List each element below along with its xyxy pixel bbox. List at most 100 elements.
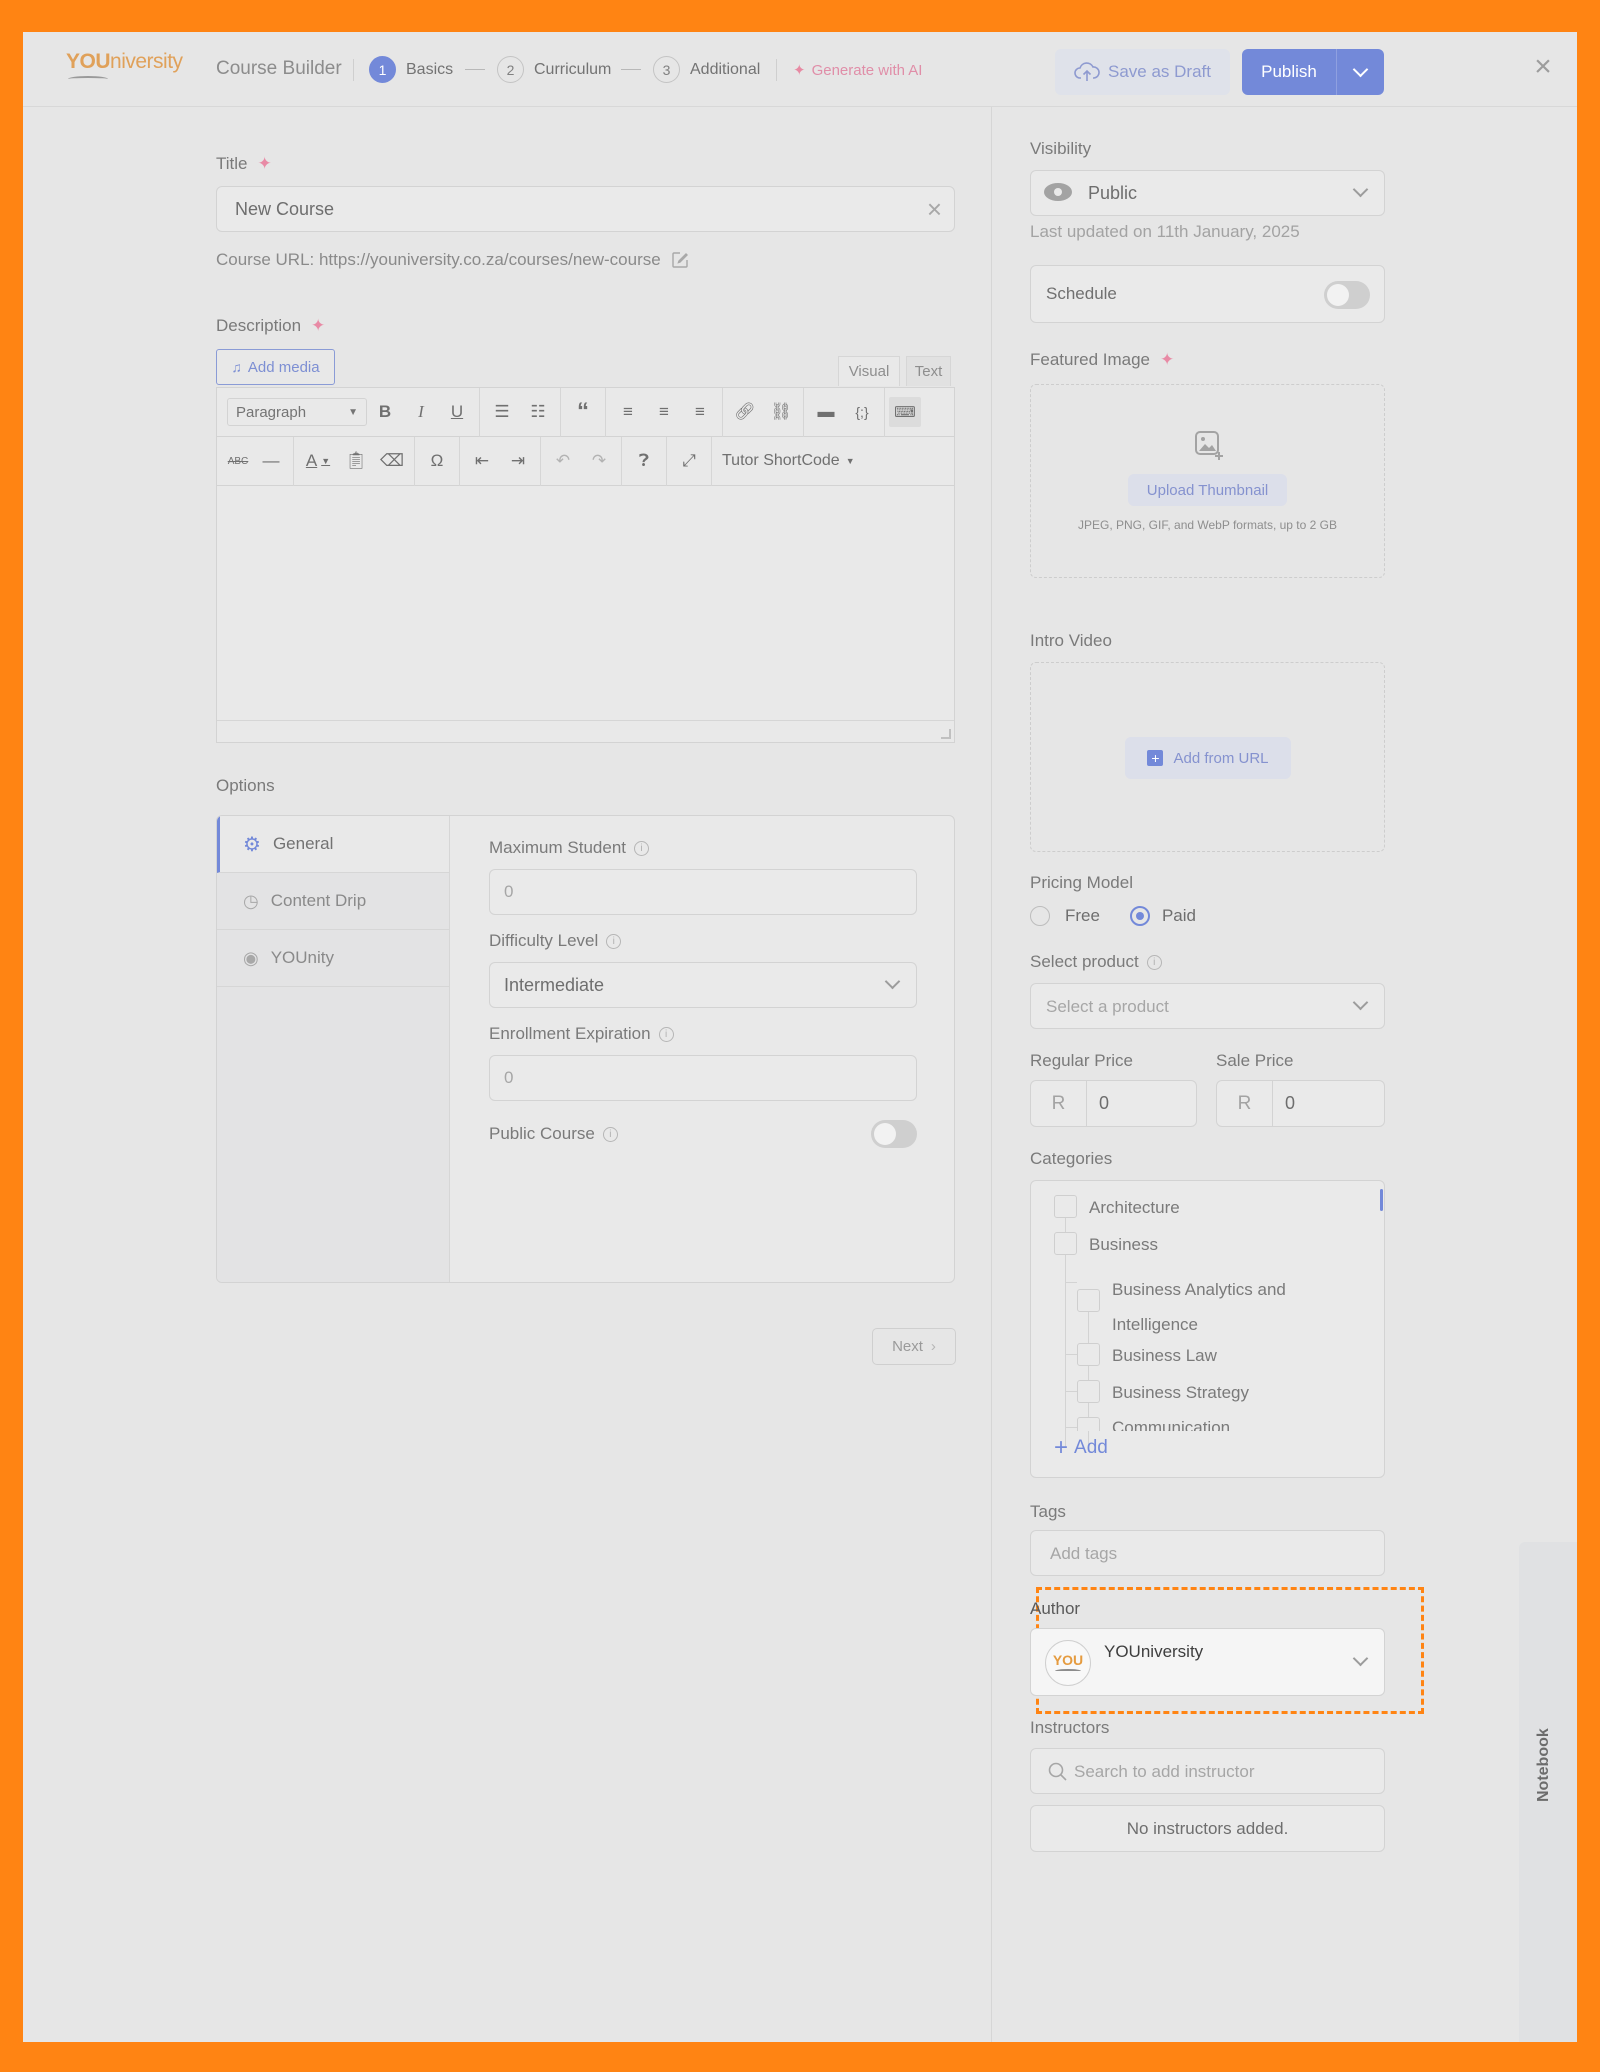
- regular-price-input[interactable]: R 0: [1030, 1080, 1197, 1127]
- radio-paid[interactable]: [1129, 906, 1150, 926]
- numbered-list-icon[interactable]: ☷: [520, 388, 556, 437]
- book-icon: [68, 76, 108, 82]
- keyboard-toggle-icon[interactable]: ⌨: [889, 397, 921, 427]
- plus-square-icon: +: [1147, 750, 1164, 766]
- chevron-down-icon: [1352, 61, 1369, 77]
- step-basics[interactable]: 1 Basics: [369, 56, 453, 83]
- outdent-icon[interactable]: ⇤: [464, 437, 500, 486]
- edit-icon[interactable]: [671, 251, 689, 269]
- categories-label: Categories: [1030, 1149, 1113, 1168]
- align-left-icon[interactable]: ≡: [610, 388, 646, 437]
- category-checkbox-business-law[interactable]: [1077, 1343, 1100, 1366]
- notebook-panel-tab[interactable]: Notebook: [1519, 1542, 1577, 2042]
- author-select[interactable]: YOU YOUniversity: [1030, 1628, 1385, 1696]
- ai-sparkle-icon[interactable]: ✦: [258, 154, 272, 174]
- ai-sparkle-icon[interactable]: ✦: [1160, 350, 1174, 370]
- categories-list: Architecture Business Business Analytics…: [1030, 1180, 1385, 1478]
- category-checkbox-communication[interactable]: [1077, 1417, 1100, 1431]
- indent-icon[interactable]: ⇥: [500, 437, 536, 486]
- public-course-toggle[interactable]: [871, 1120, 917, 1148]
- unlink-icon[interactable]: ⛓︎: [763, 388, 799, 437]
- paste-text-icon[interactable]: 📋︎: [338, 437, 374, 486]
- format-select[interactable]: Paragraph ▼: [227, 398, 367, 426]
- publish-button[interactable]: Publish: [1242, 49, 1336, 95]
- read-more-icon[interactable]: ▬: [808, 388, 844, 437]
- align-center-icon[interactable]: ≡: [646, 388, 682, 437]
- category-checkbox-architecture[interactable]: [1054, 1195, 1077, 1218]
- regular-price-label: Regular Price: [1030, 1051, 1133, 1070]
- info-icon[interactable]: i: [1146, 954, 1162, 970]
- tab-text[interactable]: Text: [906, 356, 951, 386]
- options-tab-label: Content Drip: [270, 891, 367, 910]
- title-input[interactable]: New Course ×: [216, 186, 955, 232]
- scrollbar[interactable]: [1380, 1189, 1383, 1211]
- clear-icon[interactable]: ×: [927, 194, 942, 225]
- select-product-dropdown[interactable]: Select a product: [1030, 983, 1385, 1029]
- step-number: 3: [653, 56, 680, 83]
- ai-sparkle-icon[interactable]: ✦: [311, 316, 325, 336]
- text-color-icon[interactable]: A ▼: [298, 437, 338, 486]
- chevron-right-icon: ›: [930, 1338, 936, 1355]
- instructor-search-input[interactable]: Search to add instructor: [1030, 1748, 1385, 1794]
- logo[interactable]: YOUniversity: [66, 50, 183, 86]
- upload-thumbnail-button[interactable]: Upload Thumbnail: [1128, 474, 1287, 506]
- max-student-input[interactable]: 0: [489, 869, 917, 915]
- step-additional[interactable]: 3 Additional: [653, 56, 760, 83]
- cloud-upload-icon: [1074, 62, 1100, 81]
- redo-icon[interactable]: ↷: [581, 437, 617, 486]
- add-media-button[interactable]: ♫ Add media: [216, 349, 335, 385]
- tree-line: [1065, 1282, 1077, 1283]
- difficulty-select[interactable]: Intermediate: [489, 962, 917, 1008]
- pricing-model-radios: Free Paid: [1030, 906, 1196, 926]
- schedule-box: Schedule: [1030, 265, 1385, 323]
- add-category-button[interactable]: + Add: [1054, 1436, 1108, 1460]
- info-icon[interactable]: i: [658, 1026, 674, 1042]
- tab-visual[interactable]: Visual: [838, 356, 900, 386]
- regular-price-value: 0: [1099, 1093, 1110, 1113]
- align-right-icon[interactable]: ≡: [682, 388, 718, 437]
- link-icon[interactable]: 🔗︎: [727, 388, 763, 437]
- category-checkbox-business-strategy[interactable]: [1077, 1380, 1100, 1403]
- options-tab-content-drip[interactable]: ◷ Content Drip: [217, 873, 449, 930]
- bold-icon[interactable]: B: [367, 388, 403, 437]
- options-tab-younity[interactable]: ◉ YOUnity: [217, 930, 449, 987]
- notebook-label: Notebook: [1535, 1728, 1552, 1802]
- info-icon[interactable]: i: [606, 933, 622, 949]
- description-label: Description ✦: [216, 316, 325, 336]
- close-icon[interactable]: ×: [1528, 52, 1558, 82]
- horizontal-line-icon[interactable]: —: [253, 437, 289, 486]
- editor-content-area[interactable]: [217, 487, 954, 720]
- add-from-url-button[interactable]: + Add from URL: [1125, 737, 1291, 779]
- next-button[interactable]: Next ›: [872, 1328, 956, 1365]
- info-icon[interactable]: i: [634, 840, 649, 856]
- step-curriculum[interactable]: 2 Curriculum: [497, 56, 611, 83]
- bullet-list-icon[interactable]: ☰: [484, 388, 520, 437]
- fullscreen-icon[interactable]: ⤢: [671, 437, 707, 486]
- sale-price-input[interactable]: R 0: [1216, 1080, 1385, 1127]
- publish-options-button[interactable]: [1336, 49, 1384, 95]
- save-as-draft-button[interactable]: Save as Draft: [1055, 49, 1230, 95]
- help-icon[interactable]: ❓︎: [626, 437, 662, 486]
- enrollment-input[interactable]: 0: [489, 1055, 917, 1101]
- resize-handle[interactable]: [941, 729, 951, 739]
- special-character-icon[interactable]: Ω: [419, 437, 455, 486]
- visibility-select[interactable]: Public: [1030, 170, 1385, 216]
- category-overflow-row: Communication: [1031, 1415, 1384, 1431]
- info-icon[interactable]: i: [602, 1126, 618, 1142]
- featured-image-dropzone[interactable]: Upload Thumbnail JPEG, PNG, GIF, and Web…: [1030, 384, 1385, 578]
- options-tab-general[interactable]: ⚙ General: [217, 816, 449, 873]
- tags-input[interactable]: Add tags: [1030, 1530, 1385, 1576]
- blockquote-icon[interactable]: “: [565, 388, 601, 437]
- radio-free[interactable]: [1030, 906, 1050, 926]
- clear-formatting-icon[interactable]: ⌫: [374, 437, 410, 486]
- tutor-shortcode-dropdown[interactable]: Tutor ShortCode ▼: [712, 437, 855, 486]
- undo-icon[interactable]: ↶: [545, 437, 581, 486]
- category-checkbox-business-analytics[interactable]: [1077, 1289, 1100, 1312]
- underline-icon[interactable]: U: [439, 388, 475, 437]
- code-icon[interactable]: {;}: [844, 388, 880, 437]
- strikethrough-icon[interactable]: ABC: [223, 437, 253, 486]
- generate-with-ai-button[interactable]: ✦ Generate with AI: [793, 61, 922, 80]
- category-checkbox-business[interactable]: [1054, 1232, 1077, 1255]
- schedule-toggle[interactable]: [1324, 281, 1370, 309]
- italic-icon[interactable]: I: [403, 388, 439, 437]
